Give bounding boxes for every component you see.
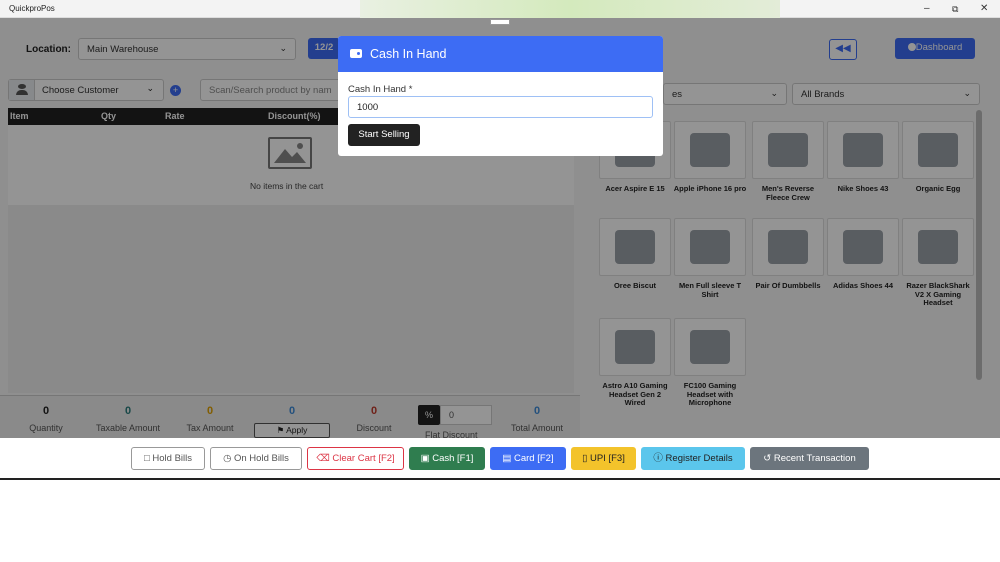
window-title: QuickproPos [9,4,55,13]
window-titlebar: QuickproPos – ⧉ ✕ [0,0,1000,18]
card-button[interactable]: ▤ Card [F2] [490,447,566,470]
cash-field-label: Cash In Hand * [348,84,413,95]
credit-card-icon: ▤ [502,453,512,464]
start-selling-button[interactable]: Start Selling [348,124,420,146]
clear-cart-label: Clear Cart [F2] [332,453,395,464]
wallet-icon [350,49,362,58]
upi-label: UPI [F3] [590,453,625,464]
clear-cart-button[interactable]: ⌫ Clear Cart [F2] [307,447,404,470]
close-button[interactable]: ✕ [980,3,988,15]
modal-header: Cash In Hand [338,36,663,72]
modal-drag-handle[interactable] [490,19,510,25]
history-icon: ↺ [763,453,772,464]
cash-in-hand-modal: Cash In Hand Cash In Hand * Start Sellin… [338,36,663,156]
register-details-label: Register Details [665,453,733,464]
cash-button[interactable]: ▣ Cash [F1] [409,447,485,470]
on-hold-bills-button[interactable]: ◷ On Hold Bills [210,447,302,470]
restore-button[interactable]: ⧉ [952,3,958,15]
upi-button[interactable]: ▯ UPI [F3] [571,447,636,470]
money-icon: ▣ [420,453,430,464]
hold-bills-label: Hold Bills [152,453,192,464]
minimize-button[interactable]: – [924,3,930,15]
register-details-button[interactable]: ⓘ Register Details [641,447,745,470]
clock-icon: ◷ [223,453,232,464]
cash-in-hand-input[interactable] [348,96,653,118]
recent-transaction-button[interactable]: ↺ Recent Transaction [750,447,869,470]
trash-icon: ⌫ [316,453,330,464]
on-hold-bills-label: On Hold Bills [234,453,289,464]
titlebar-accent [360,0,780,18]
modal-title: Cash In Hand [370,47,447,61]
info-icon: ⓘ [653,453,663,464]
recent-transaction-label: Recent Transaction [773,453,856,464]
card-label: Card [F2] [514,453,554,464]
file-icon: □ [144,453,150,464]
mobile-icon: ▯ [582,453,588,464]
hold-bills-button[interactable]: □ Hold Bills [131,447,205,470]
cash-label: Cash [F1] [432,453,474,464]
